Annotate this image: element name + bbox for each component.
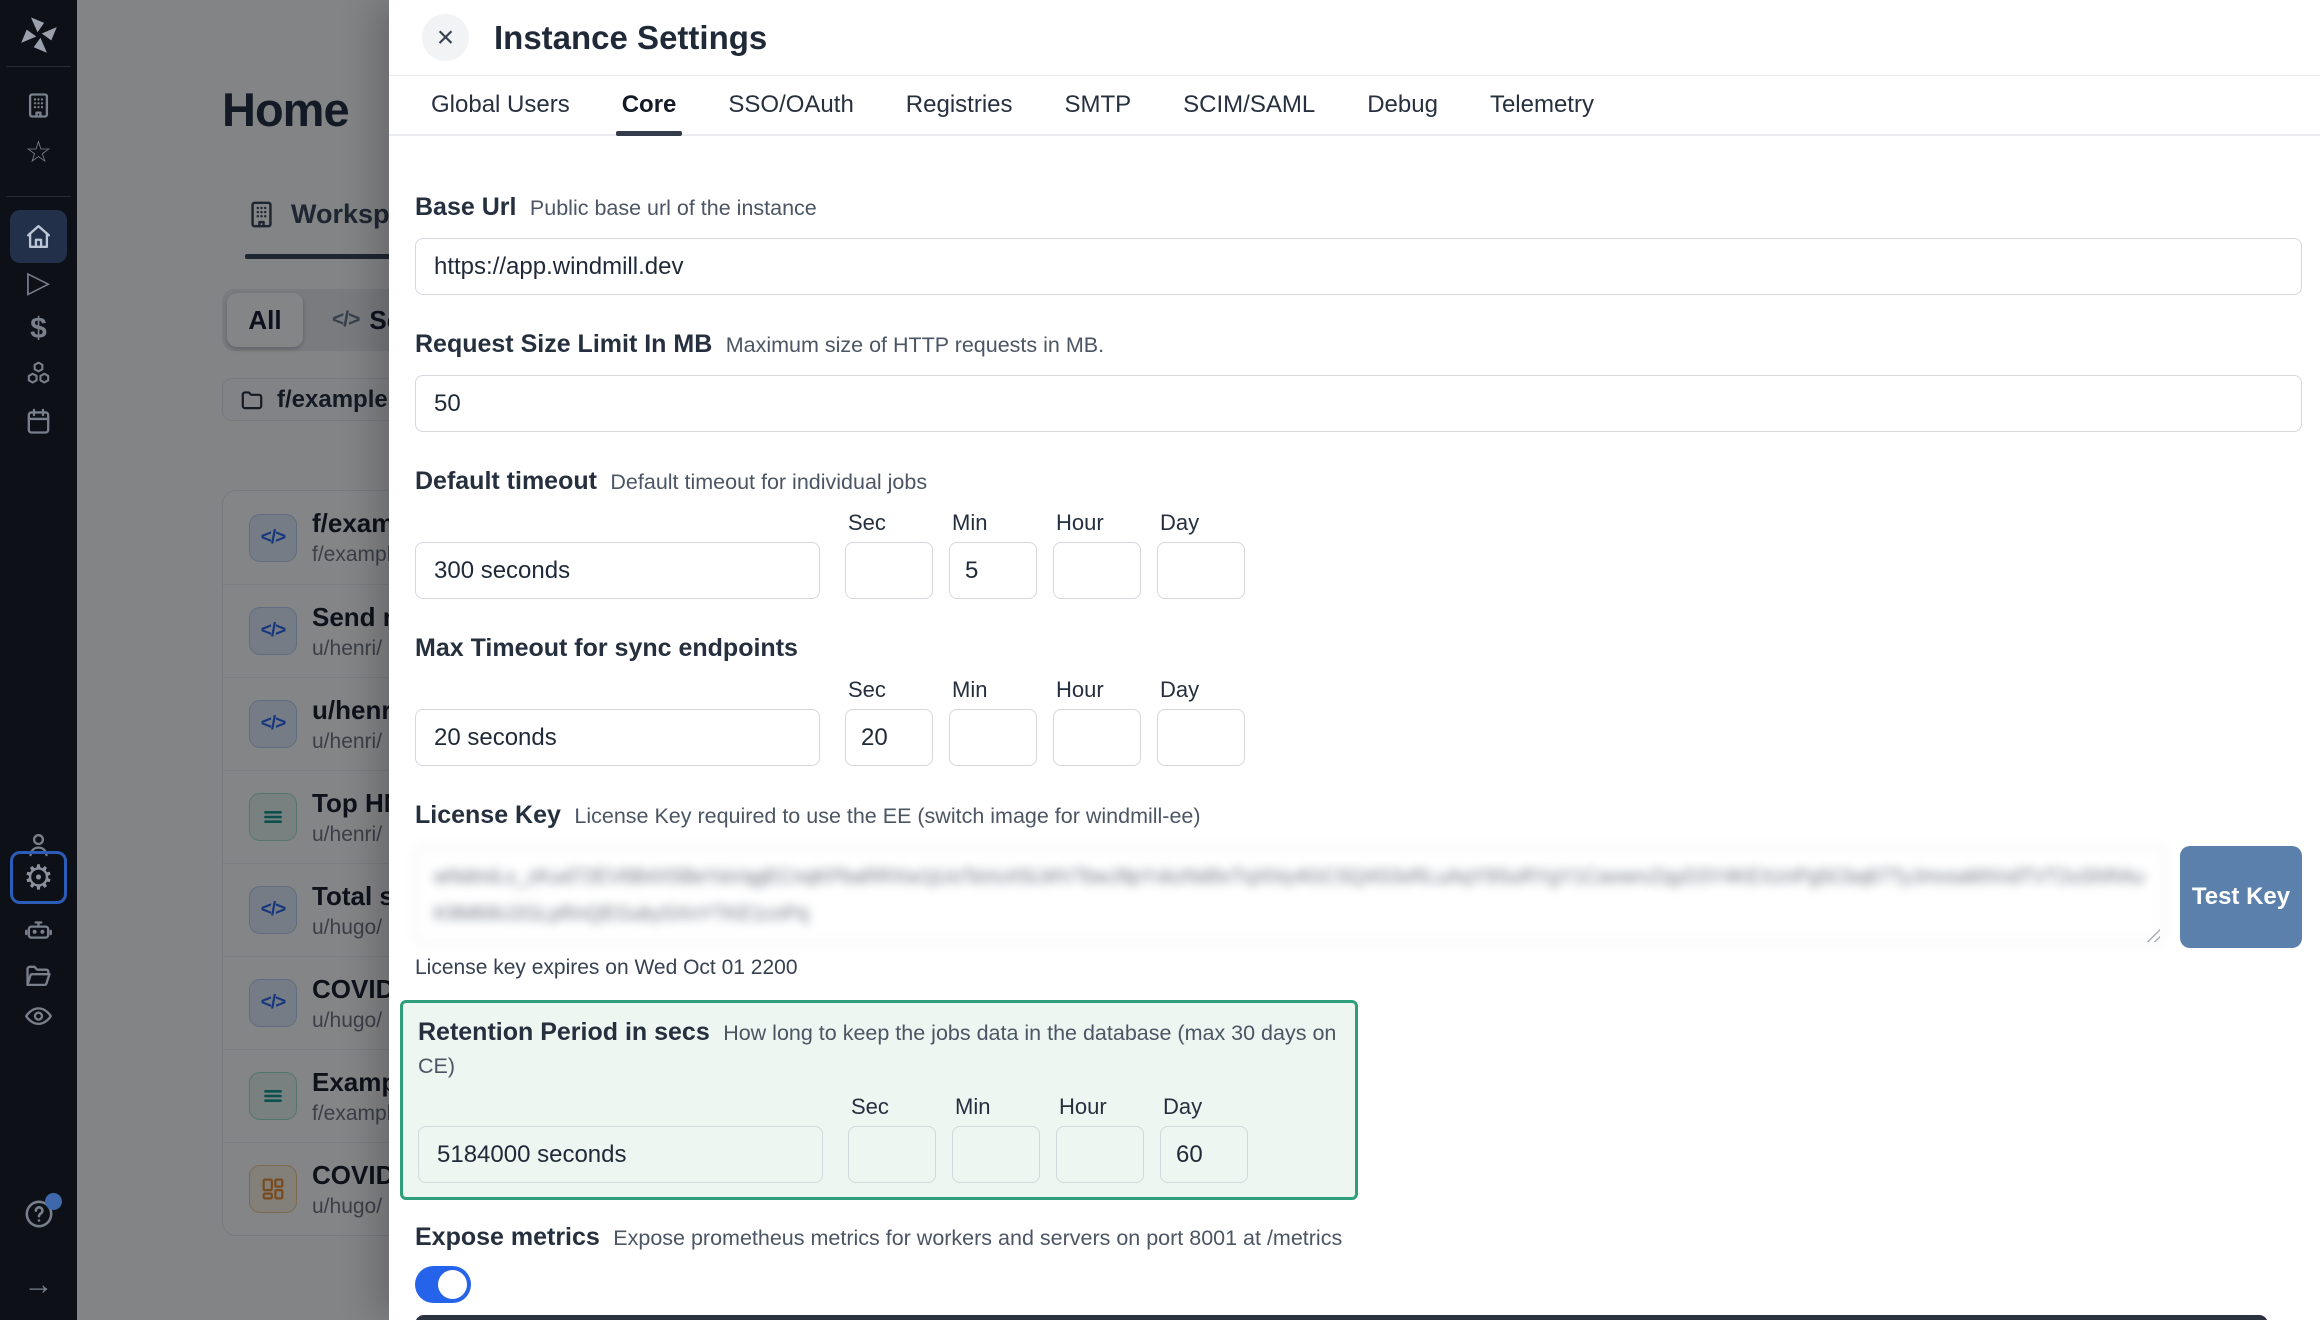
tab-smtp[interactable]: SMTP <box>1065 76 1132 134</box>
retention-hour-input[interactable] <box>1056 1126 1144 1183</box>
default-timeout-hour-input[interactable] <box>1053 542 1141 599</box>
hour-label: Hour <box>1056 677 1141 703</box>
expand-sidebar-arrow-icon[interactable]: → <box>10 1258 67 1311</box>
max-timeout-min-input[interactable] <box>949 709 1037 766</box>
tab-debug[interactable]: Debug <box>1367 76 1438 134</box>
min-label: Min <box>955 1094 1040 1120</box>
day-label: Day <box>1163 1094 1248 1120</box>
instance-settings-gear-icon[interactable]: ⚙ <box>10 851 67 904</box>
expose-metrics-toggle[interactable] <box>415 1266 471 1303</box>
base-url-label: Base Url <box>415 193 516 221</box>
favorites-star-icon[interactable]: ☆ <box>10 126 67 179</box>
retention-label: Retention Period in secs <box>418 1018 710 1046</box>
sec-label: Sec <box>848 510 933 536</box>
max-timeout-value-input[interactable] <box>415 709 820 766</box>
day-label: Day <box>1160 510 1245 536</box>
schedules-calendar-icon[interactable] <box>10 395 67 448</box>
default-timeout-sec-input[interactable] <box>845 542 933 599</box>
tab-sso-oauth[interactable]: SSO/OAuth <box>728 76 853 134</box>
max-timeout-hour-input[interactable] <box>1053 709 1141 766</box>
base-url-help: Public base url of the instance <box>530 196 817 220</box>
hour-label: Hour <box>1059 1094 1144 1120</box>
default-timeout-min-input[interactable] <box>949 542 1037 599</box>
hour-label: Hour <box>1056 510 1141 536</box>
default-timeout-help: Default timeout for individual jobs <box>610 470 927 494</box>
field-expose-metrics: Expose metrics Expose prometheus metrics… <box>415 1222 2320 1303</box>
audit-logs-eye-icon[interactable] <box>10 989 67 1042</box>
tab-global-users[interactable]: Global Users <box>431 76 570 134</box>
test-key-button[interactable]: Test Key <box>2180 846 2302 948</box>
default-timeout-label: Default timeout <box>415 467 597 495</box>
field-request-size: Request Size Limit In MB Maximum size of… <box>415 329 2320 432</box>
base-url-input[interactable] <box>415 238 2302 295</box>
license-key-textarea[interactable]: wNdmiLx_zKud72EV6B4X5BeYaVqgECnqKPbaRRXw… <box>415 846 2165 943</box>
workspaces-icon[interactable] <box>10 79 67 132</box>
textarea-resize-handle[interactable] <box>2145 927 2160 942</box>
default-timeout-day-input[interactable] <box>1157 542 1245 599</box>
help-icon[interactable] <box>10 1187 67 1240</box>
license-key-help: License Key required to use the EE (swit… <box>574 804 1200 828</box>
help-notification-badge <box>45 1193 62 1210</box>
modal-header: × Instance Settings <box>389 0 2320 76</box>
field-base-url: Base Url Public base url of the instance <box>415 192 2320 295</box>
request-size-label: Request Size Limit In MB <box>415 330 712 358</box>
sidebar: ☆ ▷ $ <box>0 0 77 1320</box>
expose-metrics-label: Expose metrics <box>415 1223 600 1251</box>
field-license-key: License Key License Key required to use … <box>415 800 2320 980</box>
field-default-timeout: Default timeout Default timeout for indi… <box>415 466 2320 599</box>
license-expires-note: License key expires on Wed Oct 01 2200 <box>415 956 2320 980</box>
sec-label: Sec <box>848 677 933 703</box>
field-max-timeout: Max Timeout for sync endpoints Sec Min H… <box>415 633 2320 766</box>
screen: ☆ ▷ $ <box>0 0 2320 1320</box>
request-size-input[interactable] <box>415 375 2302 432</box>
tab-telemetry[interactable]: Telemetry <box>1490 76 1594 134</box>
close-icon[interactable]: × <box>422 14 469 61</box>
day-label: Day <box>1160 677 1245 703</box>
instance-settings-modal: × Instance Settings Global Users Core SS… <box>389 0 2320 1320</box>
sec-label: Sec <box>851 1094 936 1120</box>
save-button[interactable]: Save <box>415 1315 2268 1320</box>
license-key-label: License Key <box>415 801 561 829</box>
windmill-logo-icon[interactable] <box>12 8 65 61</box>
tab-registries[interactable]: Registries <box>906 76 1013 134</box>
retention-value-input[interactable] <box>418 1126 823 1183</box>
sidebar-divider <box>6 196 71 197</box>
max-timeout-sec-input[interactable] <box>845 709 933 766</box>
max-timeout-day-input[interactable] <box>1157 709 1245 766</box>
max-timeout-label: Max Timeout for sync endpoints <box>415 634 798 662</box>
default-timeout-value-input[interactable] <box>415 542 820 599</box>
retention-sec-input[interactable] <box>848 1126 936 1183</box>
sidebar-divider <box>6 66 71 67</box>
expose-metrics-help: Expose prometheus metrics for workers an… <box>613 1226 1342 1250</box>
retention-day-input[interactable] <box>1160 1126 1248 1183</box>
tab-core[interactable]: Core <box>622 76 677 134</box>
modal-title: Instance Settings <box>494 19 767 57</box>
field-retention-period: Retention Period in secs How long to kee… <box>400 1000 1358 1200</box>
request-size-help: Maximum size of HTTP requests in MB. <box>726 333 1104 357</box>
settings-form: Base Url Public base url of the instance… <box>389 136 2320 1320</box>
resources-cubes-icon[interactable] <box>10 348 67 401</box>
min-label: Min <box>952 677 1037 703</box>
toggle-knob <box>438 1270 467 1299</box>
retention-min-input[interactable] <box>952 1126 1040 1183</box>
tab-scim-saml[interactable]: SCIM/SAML <box>1183 76 1315 134</box>
min-label: Min <box>952 510 1037 536</box>
settings-tabs: Global Users Core SSO/OAuth Registries S… <box>389 76 2320 136</box>
